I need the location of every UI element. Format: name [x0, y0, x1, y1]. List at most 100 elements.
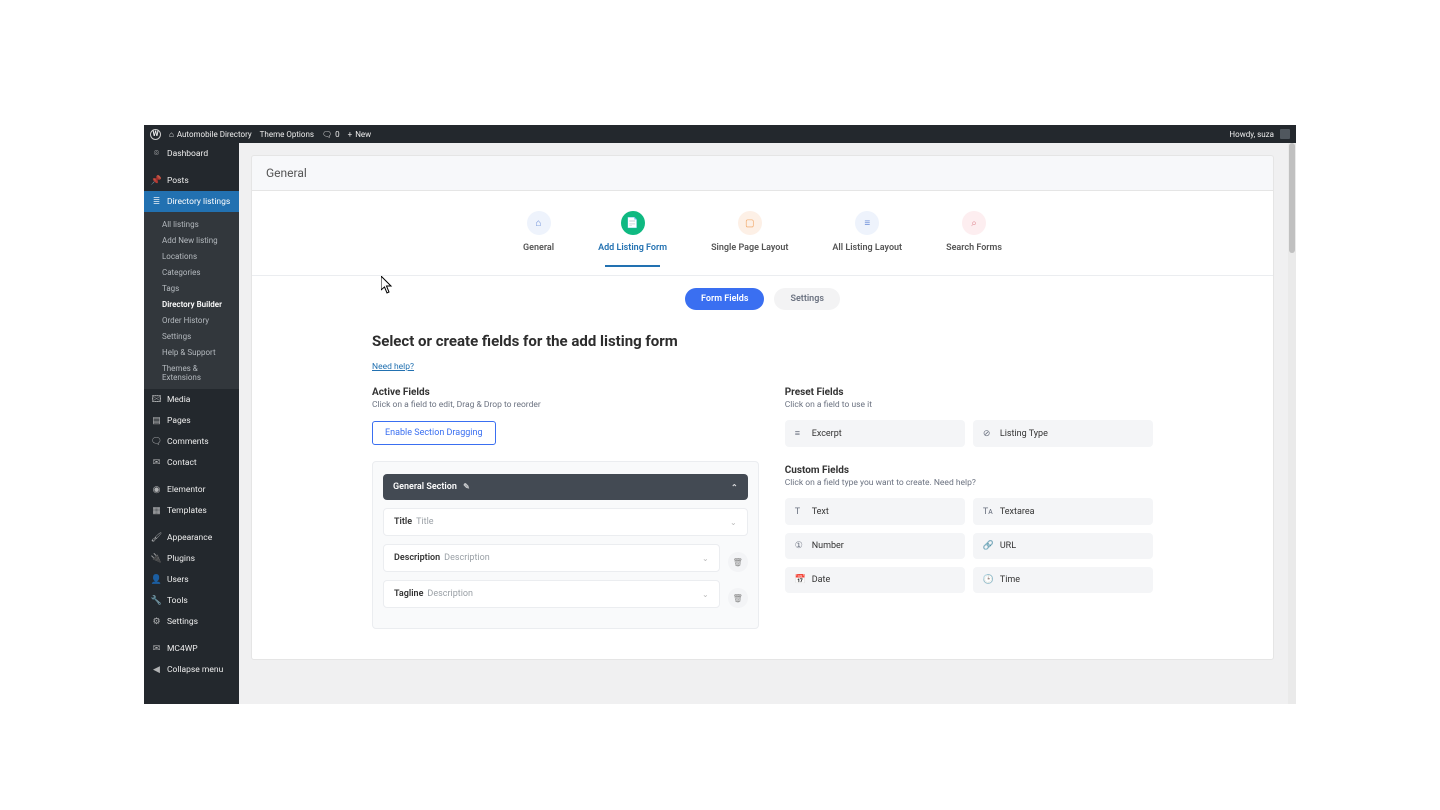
field-row-wrap: TitleTitle ⌄ [383, 508, 748, 544]
subtab-form-fields[interactable]: Form Fields [685, 288, 764, 310]
menu-settings[interactable]: ⚙Settings [144, 611, 239, 632]
menu-collapse[interactable]: ◀Collapse menu [144, 659, 239, 680]
sub-order-history[interactable]: Order History [144, 312, 239, 328]
divider [252, 275, 1273, 276]
wrench-icon: 🔧 [151, 595, 162, 606]
form-icon: 📄 [621, 211, 645, 235]
field-row-tagline[interactable]: TaglineDescription ⌄ [383, 580, 720, 608]
menu-media[interactable]: 🖾Media [144, 389, 239, 410]
preset-title: Preset Fields [785, 387, 1153, 398]
menu-posts[interactable]: 📌Posts [144, 170, 239, 191]
brush-icon: 🖌 [151, 532, 162, 543]
menu-pages[interactable]: ▤Pages [144, 410, 239, 431]
wp-body: ⌾Dashboard 📌Posts ≣Directory listings Al… [144, 143, 1296, 704]
menu-users[interactable]: 👤Users [144, 569, 239, 590]
sub-directory-builder[interactable]: Directory Builder [144, 296, 239, 312]
sub-tags[interactable]: Tags [144, 280, 239, 296]
content-scrollbar[interactable] [1288, 143, 1296, 704]
form-builder: Select or create fields for the add list… [252, 310, 1273, 629]
menu-directory-listings[interactable]: ≣Directory listings [144, 191, 239, 212]
step-search-forms[interactable]: ⌕ Search Forms [946, 211, 1002, 265]
howdy-text[interactable]: Howdy, suza [1229, 130, 1274, 139]
link-icon: 🔗 [983, 541, 993, 551]
delete-field-button[interactable]: 🗑 [728, 588, 748, 608]
home-icon: ⌂ [169, 130, 174, 139]
user-icon: 👤 [151, 574, 162, 585]
menu-contact[interactable]: ✉Contact [144, 452, 239, 473]
elementor-icon: ◉ [151, 484, 162, 495]
custom-url[interactable]: 🔗URL [973, 533, 1153, 559]
mailchimp-icon: ✉ [151, 643, 162, 654]
menu-templates[interactable]: ▦Templates [144, 500, 239, 521]
sub-themes-ext[interactable]: Themes & Extensions [144, 360, 239, 385]
comments-count: 0 [335, 130, 340, 139]
menu-dashboard[interactable]: ⌾Dashboard [144, 143, 239, 164]
section-header[interactable]: General Section ✎ ⌃ [383, 474, 748, 500]
preset-custom-column: Preset Fields Click on a field to use it… [785, 387, 1153, 629]
menu-plugins[interactable]: 🔌Plugins [144, 548, 239, 569]
search-icon: ⌕ [962, 211, 986, 235]
collapse-icon: ◀ [151, 664, 162, 675]
custom-time[interactable]: 🕒Time [973, 567, 1153, 593]
chevron-down-icon: ⌄ [730, 518, 737, 527]
new-content-link[interactable]: + New [348, 130, 372, 139]
site-link[interactable]: ⌂ Automobile Directory [169, 130, 252, 139]
content-area: General ⌂ General 📄 Add Listing Form [239, 143, 1296, 704]
comments-link[interactable]: 🗨 0 [322, 130, 340, 139]
step-tabs: ⌂ General 📄 Add Listing Form ▢ Single Pa… [252, 205, 1273, 265]
sub-locations[interactable]: Locations [144, 248, 239, 264]
calendar-icon: 📅 [795, 575, 805, 585]
wp-admin-window: W ⌂ Automobile Directory Theme Options 🗨… [144, 125, 1296, 704]
submenu-directory: All listings Add New listing Locations C… [144, 212, 239, 389]
delete-field-button[interactable]: 🗑 [728, 552, 748, 572]
chevron-up-icon[interactable]: ⌃ [731, 483, 738, 492]
number-icon: ① [795, 541, 805, 551]
sub-settings[interactable]: Settings [144, 328, 239, 344]
menu-comments[interactable]: 🗨Comments [144, 431, 239, 452]
need-help-link[interactable]: Need help? [372, 362, 414, 372]
custom-date[interactable]: 📅Date [785, 567, 965, 593]
pencil-icon[interactable]: ✎ [463, 482, 470, 491]
preset-listing-type[interactable]: ⊘Listing Type [973, 420, 1153, 447]
sub-all-listings[interactable]: All listings [144, 216, 239, 232]
menu-elementor[interactable]: ◉Elementor [144, 479, 239, 500]
plug-icon: 🔌 [151, 553, 162, 564]
step-general[interactable]: ⌂ General [523, 211, 554, 265]
pin-icon: 📌 [151, 175, 162, 186]
custom-text[interactable]: TText [785, 498, 965, 525]
chevron-down-icon: ⌄ [702, 590, 709, 599]
custom-textarea[interactable]: TᴀTextarea [973, 498, 1153, 525]
sub-help-support[interactable]: Help & Support [144, 344, 239, 360]
theme-options-link[interactable]: Theme Options [260, 130, 314, 139]
scrollbar-thumb[interactable] [1289, 143, 1295, 253]
menu-appearance[interactable]: 🖌Appearance [144, 527, 239, 548]
step-add-listing-form[interactable]: 📄 Add Listing Form [598, 211, 667, 265]
avatar[interactable] [1280, 129, 1290, 139]
page-icon: ▤ [151, 415, 162, 426]
custom-number[interactable]: ①Number [785, 533, 965, 559]
preset-hint: Click on a field to use it [785, 400, 1153, 410]
menu-mc4wp[interactable]: ✉MC4WP [144, 638, 239, 659]
sub-categories[interactable]: Categories [144, 264, 239, 280]
templates-icon: ▦ [151, 505, 162, 516]
chevron-down-icon: ⌄ [702, 554, 709, 563]
menu-tools[interactable]: 🔧Tools [144, 590, 239, 611]
field-row-description[interactable]: DescriptionDescription ⌄ [383, 544, 720, 572]
subtab-settings[interactable]: Settings [774, 288, 840, 310]
preset-excerpt[interactable]: ≡Excerpt [785, 420, 965, 447]
trash-icon: 🗑 [733, 594, 743, 603]
active-fields-hint: Click on a field to edit, Drag & Drop to… [372, 400, 759, 410]
sub-add-new[interactable]: Add New listing [144, 232, 239, 248]
wordpress-logo-icon[interactable]: W [150, 129, 161, 140]
field-row-title[interactable]: TitleTitle ⌄ [383, 508, 748, 536]
step-single-page-layout[interactable]: ▢ Single Page Layout [711, 211, 788, 265]
enable-section-dragging-button[interactable]: Enable Section Dragging [372, 421, 496, 445]
step-all-listing-layout[interactable]: ≡ All Listing Layout [832, 211, 902, 265]
viewport: W ⌂ Automobile Directory Theme Options 🗨… [0, 0, 1440, 810]
new-label: New [355, 130, 371, 139]
active-fields-panel: General Section ✎ ⌃ TitleTitle [372, 461, 759, 629]
grid-icon: ≡ [855, 211, 879, 235]
comment-icon: 🗨 [322, 130, 332, 139]
wp-admin-bar: W ⌂ Automobile Directory Theme Options 🗨… [144, 125, 1296, 143]
toggle-icon: ⊘ [983, 429, 993, 439]
